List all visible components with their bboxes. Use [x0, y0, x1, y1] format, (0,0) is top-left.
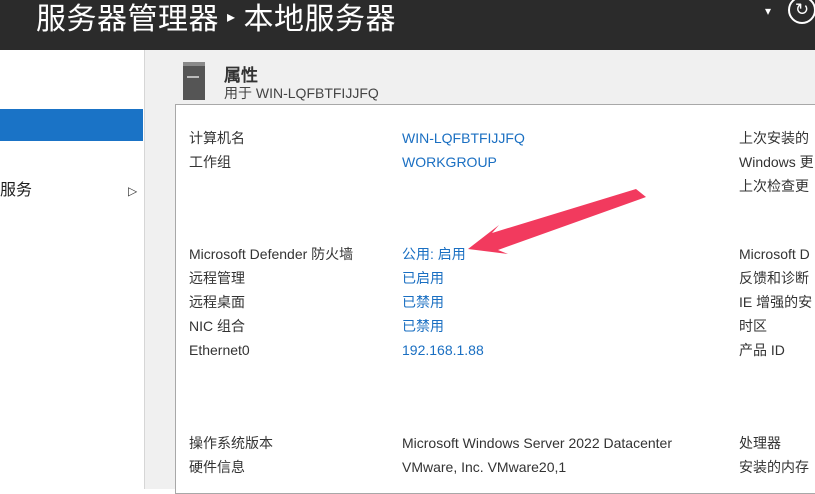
hardware-info-value: VMware, Inc. VMware20,1	[402, 458, 566, 476]
sidebar-item-file-storage[interactable]: 储服务 ▷	[0, 175, 143, 207]
remote-management-link[interactable]: 已启用	[402, 269, 444, 287]
app-title[interactable]: 服务器管理器	[36, 3, 219, 36]
ethernet-label: Ethernet0	[189, 341, 250, 359]
refresh-icon[interactable]: ↻	[788, 0, 815, 24]
properties-subtitle: 用于 WIN-LQFBTFIJJFQ	[224, 83, 379, 103]
chevron-down-icon[interactable]: ▾	[765, 4, 771, 18]
computer-name-link[interactable]: WIN-LQFBTFIJJFQ	[402, 129, 525, 147]
ie-enhanced-security-label: IE 增强的安	[739, 293, 812, 311]
nic-teaming-link[interactable]: 已禁用	[402, 317, 444, 335]
microsoft-defender-label: Microsoft D	[739, 245, 810, 263]
time-zone-label: 时区	[739, 317, 767, 335]
last-installed-updates-label: 上次安装的	[739, 129, 809, 147]
installed-memory-label: 安装的内存	[739, 458, 809, 476]
workgroup-link[interactable]: WORKGROUP	[402, 153, 497, 171]
hardware-info-label: 硬件信息	[189, 458, 245, 476]
remote-desktop-label: 远程桌面	[189, 293, 245, 311]
firewall-label: Microsoft Defender 防火墙	[189, 245, 353, 263]
workgroup-label: 工作组	[189, 153, 231, 171]
title-bar: 服务器管理器 ▸ 本地服务器 ▾ ↻	[0, 0, 815, 50]
processor-label: 处理器	[739, 434, 781, 452]
ethernet-link[interactable]: 192.168.1.88	[402, 341, 484, 359]
last-checked-updates-label: 上次检查更	[739, 177, 809, 195]
expand-arrow-icon[interactable]: ▷	[128, 175, 137, 207]
remote-desktop-link[interactable]: 已禁用	[402, 293, 444, 311]
server-icon	[183, 62, 205, 100]
os-version-label: 操作系统版本	[189, 434, 273, 452]
os-version-value: Microsoft Windows Server 2022 Datacenter	[402, 434, 672, 452]
page-title: 本地服务器	[244, 3, 397, 36]
nic-teaming-label: NIC 组合	[189, 317, 245, 335]
windows-update-label: Windows 更	[739, 153, 814, 171]
breadcrumb-separator-icon: ▸	[227, 9, 236, 26]
sidebar-item-local-server[interactable]: 器	[0, 109, 143, 141]
breadcrumb: 服务器管理器 ▸ 本地服务器	[36, 0, 396, 38]
sidebar-item-all-servers[interactable]: 器	[0, 143, 143, 175]
sidebar-item-label: 储服务	[0, 175, 32, 207]
product-id-label: 产品 ID	[739, 341, 785, 359]
sidebar: 器 器 储服务 ▷	[0, 50, 145, 489]
remote-management-label: 远程管理	[189, 269, 245, 287]
firewall-link[interactable]: 公用: 启用	[402, 245, 466, 263]
feedback-diagnostics-label: 反馈和诊断	[739, 269, 809, 287]
computer-name-label: 计算机名	[189, 129, 245, 147]
